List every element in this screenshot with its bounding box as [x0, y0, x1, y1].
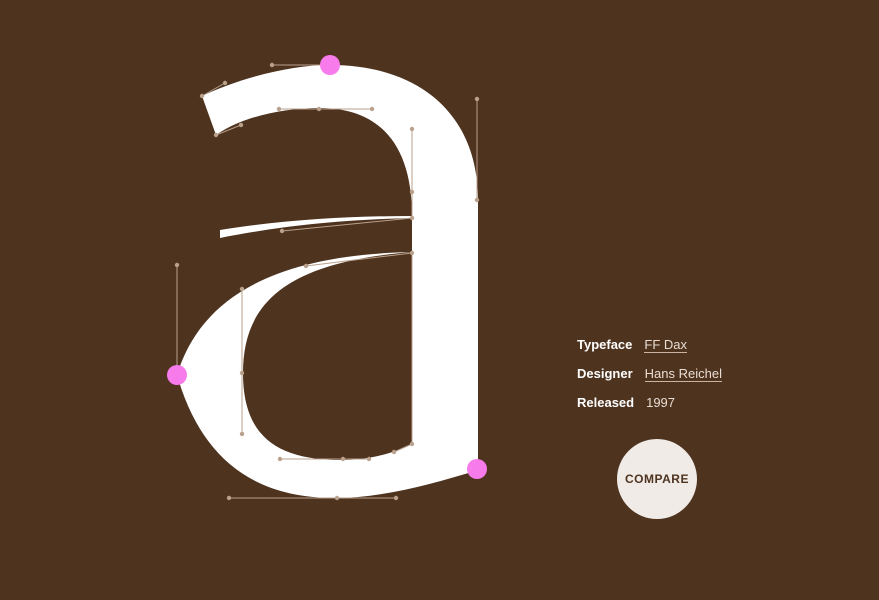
designer-link[interactable]: Hans Reichel	[644, 367, 722, 382]
info-row-designer: Designer Hans Reichel	[577, 367, 722, 396]
glyph-canvas	[167, 55, 487, 501]
typeface-info: Typeface FF Dax Designer Hans Reichel Re…	[577, 338, 722, 425]
released-label: Released	[577, 395, 635, 410]
anchor-top	[320, 55, 340, 75]
typeface-link[interactable]: FF Dax	[644, 338, 688, 353]
glyph-letter-a	[177, 65, 478, 498]
anchor-left	[167, 365, 187, 385]
info-row-released: Released 1997	[577, 396, 722, 425]
designer-label: Designer	[577, 366, 633, 381]
typeface-label: Typeface	[577, 337, 633, 352]
info-row-typeface: Typeface FF Dax	[577, 338, 722, 367]
compare-button[interactable]: COMPARE	[617, 439, 697, 519]
released-value: 1997	[646, 395, 676, 410]
anchor-bottom-right	[467, 459, 487, 479]
